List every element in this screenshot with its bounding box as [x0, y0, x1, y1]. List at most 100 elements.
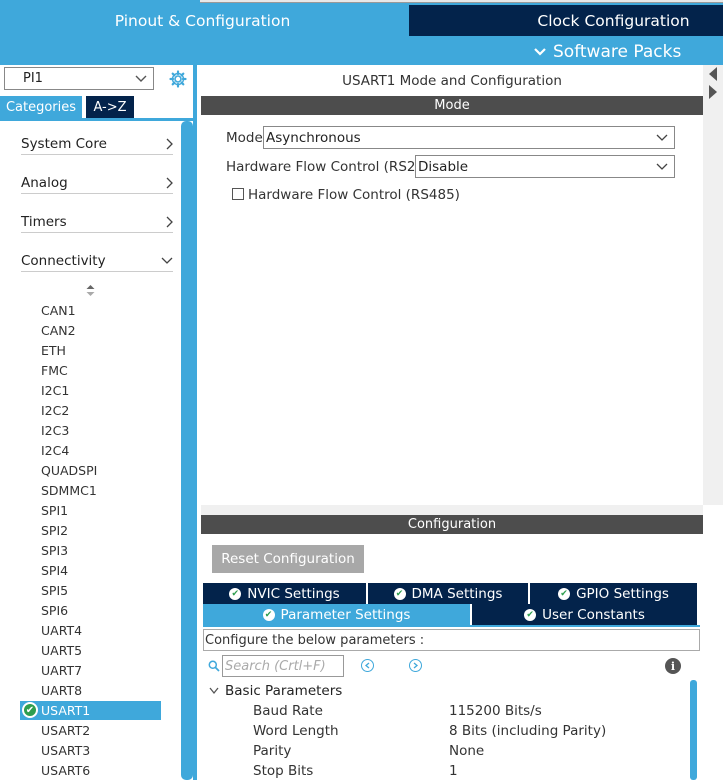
- check-circle-icon: ✔: [558, 587, 571, 600]
- check-circle-icon: ✔: [22, 702, 38, 718]
- reset-configuration-button[interactable]: Reset Configuration: [212, 545, 364, 573]
- left-panel-edge: [193, 65, 197, 780]
- param-value-baud-rate[interactable]: 115200 Bits/s: [449, 703, 542, 719]
- list-item-uart7[interactable]: UART7: [41, 663, 82, 678]
- list-item-spi4[interactable]: SPI4: [41, 563, 68, 578]
- check-circle-icon: ✔: [262, 608, 275, 621]
- list-item-can1[interactable]: CAN1: [41, 303, 76, 318]
- category-label: Timers: [21, 213, 67, 230]
- tab-pinout-configuration[interactable]: Pinout & Configuration: [0, 5, 405, 36]
- gear-icon[interactable]: [169, 70, 187, 88]
- chevron-right-icon: [166, 138, 173, 149]
- category-label: Connectivity: [21, 252, 106, 269]
- param-value-stop-bits[interactable]: 1: [449, 763, 458, 779]
- chevron-right-icon: [166, 177, 173, 188]
- tab-label: NVIC Settings: [247, 585, 340, 602]
- category-timers[interactable]: Timers: [21, 211, 173, 233]
- chevron-down-icon[interactable]: [135, 75, 147, 83]
- list-item-i2c4[interactable]: I2C4: [41, 443, 69, 458]
- chevron-right-icon: [166, 216, 173, 227]
- list-item-uart4[interactable]: UART4: [41, 623, 82, 638]
- list-item-can2[interactable]: CAN2: [41, 323, 76, 338]
- tab-clock-configuration[interactable]: Clock Configuration: [409, 5, 723, 36]
- panel-splitter[interactable]: [201, 505, 703, 515]
- chevron-down-icon: [161, 257, 173, 264]
- left-tab-divider: [0, 118, 197, 121]
- category-label: System Core: [21, 135, 107, 152]
- hwfc-select-value: Disable: [418, 158, 469, 175]
- peripheral-search-input[interactable]: PI1: [4, 67, 154, 90]
- category-analog[interactable]: Analog: [21, 172, 173, 194]
- search-icon: [208, 660, 220, 672]
- category-system-core[interactable]: System Core: [21, 133, 173, 155]
- tab-nvic-settings[interactable]: ✔ NVIC Settings: [203, 583, 366, 604]
- category-connectivity[interactable]: Connectivity: [21, 250, 173, 272]
- list-item-spi2[interactable]: SPI2: [41, 523, 68, 538]
- info-icon[interactable]: i: [665, 658, 681, 674]
- configure-hint: Configure the below parameters :: [203, 629, 700, 651]
- param-name-stop-bits: Stop Bits: [253, 763, 314, 779]
- chevron-down-icon: [534, 47, 546, 56]
- mode-section-header: Mode: [201, 96, 703, 115]
- list-item-fmc[interactable]: FMC: [41, 363, 68, 378]
- tab-label: User Constants: [542, 606, 645, 623]
- tab-categories[interactable]: Categories: [0, 96, 82, 118]
- sort-icon[interactable]: [86, 285, 95, 296]
- parameter-scrollbar[interactable]: [690, 680, 697, 780]
- group-label: Basic Parameters: [225, 683, 343, 699]
- check-circle-icon: ✔: [524, 608, 537, 621]
- list-item-spi3[interactable]: SPI3: [41, 543, 68, 558]
- tab-a-z[interactable]: A->Z: [86, 96, 134, 118]
- mode-panel-title: USART1 Mode and Configuration: [342, 73, 562, 89]
- list-item-i2c2[interactable]: I2C2: [41, 403, 69, 418]
- list-item-label: USART1: [41, 703, 91, 718]
- list-item-usart3[interactable]: USART3: [41, 743, 90, 758]
- chevron-down-icon: [656, 134, 668, 141]
- tab-gpio-settings[interactable]: ✔ GPIO Settings: [530, 583, 697, 604]
- mode-select[interactable]: Asynchronous: [263, 126, 675, 149]
- list-item-uart8[interactable]: UART8: [41, 683, 82, 698]
- list-item-spi5[interactable]: SPI5: [41, 583, 68, 598]
- software-packs-label: Software Packs: [553, 41, 682, 62]
- list-item-usart6[interactable]: USART6: [41, 763, 90, 778]
- param-name-parity: Parity: [253, 743, 292, 759]
- tab-parameter-settings[interactable]: ✔ Parameter Settings: [203, 604, 470, 625]
- list-item-uart5[interactable]: UART5: [41, 643, 82, 658]
- param-value-parity[interactable]: None: [449, 743, 484, 759]
- scroll-arrows-icon: [709, 67, 717, 99]
- mode-scrollbar[interactable]: [703, 65, 723, 505]
- list-item-spi1[interactable]: SPI1: [41, 503, 68, 518]
- left-scrollbar[interactable]: [181, 121, 193, 780]
- chevron-down-icon: [656, 163, 668, 170]
- list-item-spi6[interactable]: SPI6: [41, 603, 68, 618]
- window-top-edge: [200, 0, 723, 3]
- check-circle-icon: ✔: [393, 587, 406, 600]
- list-item-sdmmc1[interactable]: SDMMC1: [41, 483, 97, 498]
- list-item-usart1-selected[interactable]: ✔ USART1: [20, 701, 161, 720]
- list-item-eth[interactable]: ETH: [41, 343, 66, 358]
- tab-label: GPIO Settings: [576, 585, 669, 602]
- list-item-usart2[interactable]: USART2: [41, 723, 90, 738]
- tab-dma-settings[interactable]: ✔ DMA Settings: [368, 583, 528, 604]
- list-item-i2c3[interactable]: I2C3: [41, 423, 69, 438]
- search-value: PI1: [23, 71, 43, 86]
- param-name-word-length: Word Length: [253, 723, 339, 739]
- param-value-word-length[interactable]: 8 Bits (including Parity): [449, 723, 606, 739]
- chevron-down-icon: [209, 687, 219, 695]
- software-packs-menu[interactable]: Software Packs: [533, 38, 681, 65]
- hwfc-rs485-checkbox[interactable]: [232, 188, 244, 200]
- parameter-search-input[interactable]: Search (Crtl+F): [222, 655, 344, 677]
- category-label: Analog: [21, 174, 68, 191]
- mode-select-value: Asynchronous: [266, 129, 361, 146]
- basic-parameters-group[interactable]: Basic Parameters: [209, 683, 342, 699]
- previous-icon[interactable]: [361, 659, 374, 672]
- list-item-quadspi[interactable]: QUADSPI: [41, 463, 97, 478]
- tab-label: DMA Settings: [411, 585, 503, 602]
- list-item-i2c1[interactable]: I2C1: [41, 383, 69, 398]
- configuration-section-header: Configuration: [201, 515, 703, 534]
- hwfc-rs232-select[interactable]: Disable: [415, 155, 675, 178]
- next-icon[interactable]: [409, 659, 422, 672]
- check-circle-icon: ✔: [229, 587, 242, 600]
- mode-label: Mode: [226, 130, 263, 146]
- tab-user-constants[interactable]: ✔ User Constants: [472, 604, 697, 625]
